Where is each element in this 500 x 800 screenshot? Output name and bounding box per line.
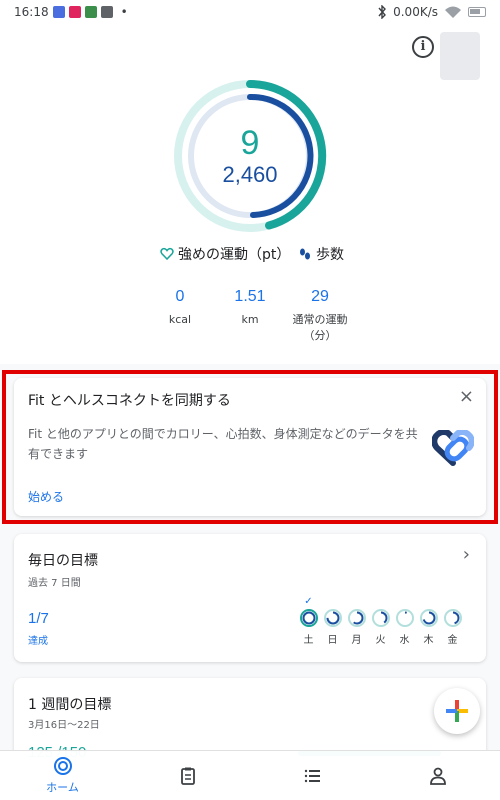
- network-speed: 0.00K/s: [393, 5, 438, 19]
- clipboard-icon: [180, 767, 195, 785]
- nav-journal[interactable]: [125, 751, 250, 800]
- daily-goals-card[interactable]: 毎日の目標 › 過去 7 日間 1/7 達成 ✓ 土日月火水木金: [14, 534, 486, 662]
- day-goal-ring: [395, 609, 414, 627]
- nav-browse[interactable]: [250, 751, 375, 800]
- day-goal-ring: [323, 609, 342, 627]
- check-icon: ✓: [304, 596, 313, 607]
- nav-home-label: ホーム: [46, 781, 79, 794]
- legend-steps-label: 歩数: [316, 247, 344, 263]
- heart-outline-icon: [160, 247, 174, 261]
- day-goal: 月: [346, 596, 367, 646]
- plus-icon: [446, 700, 468, 722]
- list-icon: [304, 769, 320, 782]
- stat-label: 通常の運動 （分）: [292, 313, 348, 342]
- weekly-goals-subtitle: 3月16日～22日: [28, 720, 100, 731]
- info-icon[interactable]: i: [412, 36, 434, 58]
- notification-gallery-icon: [84, 6, 97, 18]
- chevron-right-icon[interactable]: ›: [463, 544, 470, 565]
- daily-goals-achieved-label: 達成: [28, 636, 48, 647]
- activity-summary: i 9 2,460 強めの運動（pt） 歩数 0 kcal 1.51 km 29…: [0, 24, 500, 364]
- day-goal-ring: [371, 609, 390, 627]
- footprints-icon: [300, 248, 310, 260]
- stat-move-minutes: 29 通常の運動 （分）: [275, 288, 365, 344]
- battery-icon: [468, 7, 486, 17]
- bottom-navigation: ホーム: [0, 750, 500, 800]
- day-label: 火: [375, 635, 386, 646]
- home-rings-icon: [53, 757, 72, 775]
- notification-mail-icon: [100, 6, 113, 18]
- day-label: 土: [303, 635, 314, 646]
- status-bar: 16:18 • 0.00K/s: [0, 0, 500, 24]
- day-label: 金: [447, 635, 458, 646]
- day-goal-ring: [443, 609, 462, 627]
- day-goal-progress: [374, 611, 387, 625]
- day-label: 水: [399, 635, 410, 646]
- nav-profile[interactable]: [375, 751, 500, 800]
- legend-heart-label: 強めの運動（pt）: [178, 247, 291, 263]
- day-label: 木: [423, 635, 434, 646]
- heart-points-value: 9: [240, 124, 260, 162]
- day-label: 日: [327, 635, 338, 646]
- bluetooth-icon: [378, 5, 387, 19]
- status-more-dot: •: [120, 5, 128, 19]
- day-goal-ring: [299, 609, 318, 627]
- person-icon: [429, 767, 446, 785]
- day-goal-ring: [419, 609, 438, 627]
- day-goal: ✓ 土: [298, 596, 319, 646]
- nav-home[interactable]: ホーム: [0, 751, 125, 800]
- day-goal-progress: [350, 611, 363, 625]
- notification-music-icon: [68, 6, 81, 18]
- day-goal-progress: [326, 611, 339, 625]
- day-goal: 火: [370, 596, 391, 646]
- day-goal: 金: [442, 596, 463, 646]
- day-goal-progress: [446, 611, 459, 625]
- notification-app-icon: [52, 6, 65, 18]
- steps-value: 2,460: [222, 162, 278, 187]
- day-goal: 水: [394, 596, 415, 646]
- day-goal-progress: [422, 611, 435, 625]
- daily-goals-subtitle: 過去 7 日間: [28, 578, 81, 589]
- day-goal: 木: [418, 596, 439, 646]
- day-goal-progress: [302, 611, 315, 625]
- day-goal: 日: [322, 596, 343, 646]
- legend-heart-points: 強めの運動（pt）: [160, 244, 290, 264]
- legend-steps: 歩数: [298, 244, 344, 264]
- highlight-box: [2, 370, 498, 524]
- wifi-icon: [445, 6, 461, 18]
- weekly-goals-title: 1 週間の目標: [28, 697, 112, 713]
- day-label: 月: [351, 635, 362, 646]
- day-goal-ring: [347, 609, 366, 627]
- daily-goals-count: 1/7: [28, 610, 49, 627]
- day-goal-progress: [398, 611, 411, 625]
- add-activity-button[interactable]: [434, 688, 480, 734]
- daily-goal-rings: ✓ 土日月火水木金: [298, 596, 463, 646]
- profile-avatar[interactable]: [440, 32, 480, 80]
- daily-goals-title: 毎日の目標: [28, 553, 98, 569]
- stat-value: 29: [311, 288, 329, 305]
- status-time: 16:18: [14, 5, 49, 19]
